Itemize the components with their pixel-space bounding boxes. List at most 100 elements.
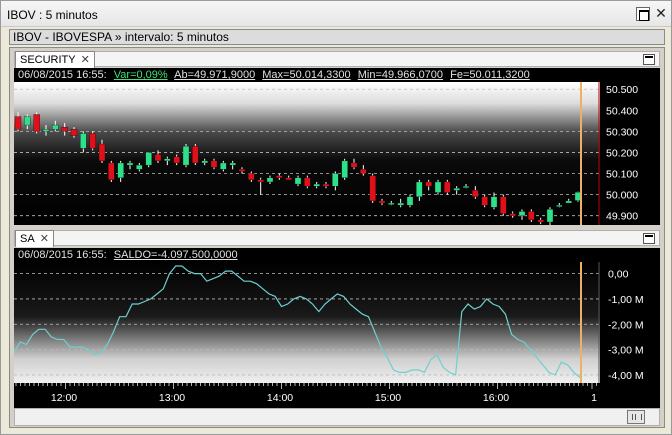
sa-info-saldo: SALDO=-4.097.500,0000	[113, 249, 238, 261]
panel-maximize-button[interactable]	[643, 54, 655, 65]
sa-infobar: 06/08/2015 16:55: SALDO=-4.097.500,0000	[14, 248, 660, 262]
sa-tabstrip: SA ✕	[14, 230, 660, 247]
close-button[interactable]: ✕	[653, 5, 669, 21]
candle-up	[462, 186, 470, 188]
tab-sa[interactable]: SA ✕	[15, 230, 54, 247]
candle-up	[453, 188, 460, 191]
price-tick-label: 50.200	[606, 147, 638, 159]
sa-info-date: 06/08/2015 16:55:	[18, 249, 107, 261]
maximize-button[interactable]	[636, 7, 650, 21]
candle-down	[276, 175, 283, 178]
candle-up	[434, 181, 442, 193]
candle-down	[89, 133, 96, 149]
time-axis-label: 13:00	[159, 392, 185, 404]
price-tick-label: 50.500	[606, 84, 638, 96]
candle-down	[425, 181, 432, 187]
candle-down	[210, 160, 218, 168]
candle-up	[388, 202, 395, 205]
saldo-tick-label: -1,00 M	[608, 294, 644, 306]
candle-down	[98, 143, 106, 162]
candle-down	[238, 169, 246, 172]
price-tick-label: 50.100	[606, 169, 638, 181]
time-axis-label: 14:00	[267, 392, 293, 404]
chart-window: IBOV : 5 minutos ✕ IBOV - IBOVESPA » int…	[0, 0, 672, 435]
time-axis-label: 15:00	[375, 392, 401, 404]
candle-up	[145, 152, 152, 166]
candle-down	[108, 162, 115, 180]
tab-close-icon[interactable]: ✕	[81, 54, 90, 66]
candle-up	[164, 158, 171, 162]
candle-up	[24, 116, 31, 126]
chart-content: SECURITY ✕ 06/08/2015 16:55: Var=0,09% Ab…	[9, 47, 665, 428]
candle-up	[565, 200, 572, 204]
candle-up	[341, 160, 348, 178]
candle-up	[490, 196, 498, 208]
candle-down	[248, 173, 255, 180]
candle-down	[528, 211, 535, 221]
candle-down	[257, 179, 264, 183]
panel-maximize-button[interactable]	[643, 233, 655, 244]
candle-up	[136, 164, 143, 170]
candle-down	[304, 177, 311, 187]
saldo-plot-background	[14, 262, 600, 383]
tab-sa-label: SA	[20, 233, 35, 245]
candle-down	[70, 129, 78, 136]
candle-down	[61, 127, 68, 132]
candle-down	[369, 175, 376, 202]
candle-down	[14, 116, 22, 130]
candle-down	[360, 169, 367, 174]
candle-up	[416, 181, 423, 197]
time-axis: 12:00 13:00 14:00 15:00 16:00 1	[14, 383, 660, 408]
candle-down	[500, 196, 507, 214]
security-info-date: 06/08/2015 16:55:	[18, 69, 107, 81]
candle-up	[556, 204, 563, 207]
candle-up	[117, 162, 124, 178]
candle-down	[285, 177, 292, 180]
tab-close-icon[interactable]: ✕	[40, 233, 49, 245]
price-tick-label: 50.400	[606, 105, 638, 117]
candle-up	[42, 129, 50, 132]
price-tick-label: 50.300	[606, 126, 638, 138]
candle-down	[509, 213, 516, 216]
candle-down	[192, 145, 199, 164]
candle-up	[220, 162, 227, 170]
candle-up	[397, 202, 404, 206]
horizontal-scrollbar[interactable]	[14, 408, 660, 426]
candle-up	[80, 133, 87, 149]
window-title: IBOV : 5 minutos	[7, 8, 98, 22]
security-infobar: 06/08/2015 16:55: Var=0,09% Ab=49.971,90…	[14, 68, 660, 82]
window-titlebar[interactable]: IBOV : 5 minutos ✕	[1, 1, 671, 27]
security-info-max: Max=50.014,3300	[262, 69, 351, 81]
candle-down	[33, 114, 40, 132]
candle-up	[518, 211, 526, 216]
chart-subtitle: IBOV - IBOVESPA » intervalo: 5 minutos	[9, 29, 665, 45]
candle-down	[537, 219, 544, 223]
security-tabstrip: SECURITY ✕	[14, 51, 660, 68]
tab-security-label: SECURITY	[20, 54, 76, 66]
security-info-ab: Ab=49.971,9000	[174, 69, 256, 81]
candle-up	[294, 177, 302, 185]
candle-down	[472, 190, 479, 197]
saldo-tick-label: -3,00 M	[608, 345, 644, 357]
candle-down	[378, 200, 386, 204]
candle-up	[332, 173, 339, 187]
price-tick-label: 49.900	[606, 211, 638, 223]
candle-up	[182, 145, 190, 166]
candle-up	[126, 162, 134, 166]
saldo-chart[interactable]: 0,00 -1,00 M -2,00 M -3,00 M -4,00 M	[14, 262, 660, 383]
candle-up	[266, 177, 274, 183]
tab-security[interactable]: SECURITY ✕	[15, 51, 95, 68]
time-axis-label: 16:00	[483, 392, 509, 404]
time-axis-label: 1	[591, 392, 597, 404]
candle-down	[154, 154, 162, 162]
security-info-min: Min=49.966,0700	[357, 69, 444, 81]
candle-down	[481, 196, 488, 206]
saldo-tick-label: 0,00	[608, 269, 629, 281]
candle-up	[546, 209, 554, 223]
saldo-tick-label: -2,00 M	[608, 319, 644, 331]
saldo-tick-label: -4,00 M	[608, 370, 644, 382]
price-chart[interactable]: 50.500 50.400 50.300 50.200 50.100 50.000 49.9…	[14, 82, 660, 225]
candle-up	[52, 124, 59, 130]
scrollbar-thumb[interactable]	[627, 410, 645, 424]
candle-down	[322, 183, 330, 187]
